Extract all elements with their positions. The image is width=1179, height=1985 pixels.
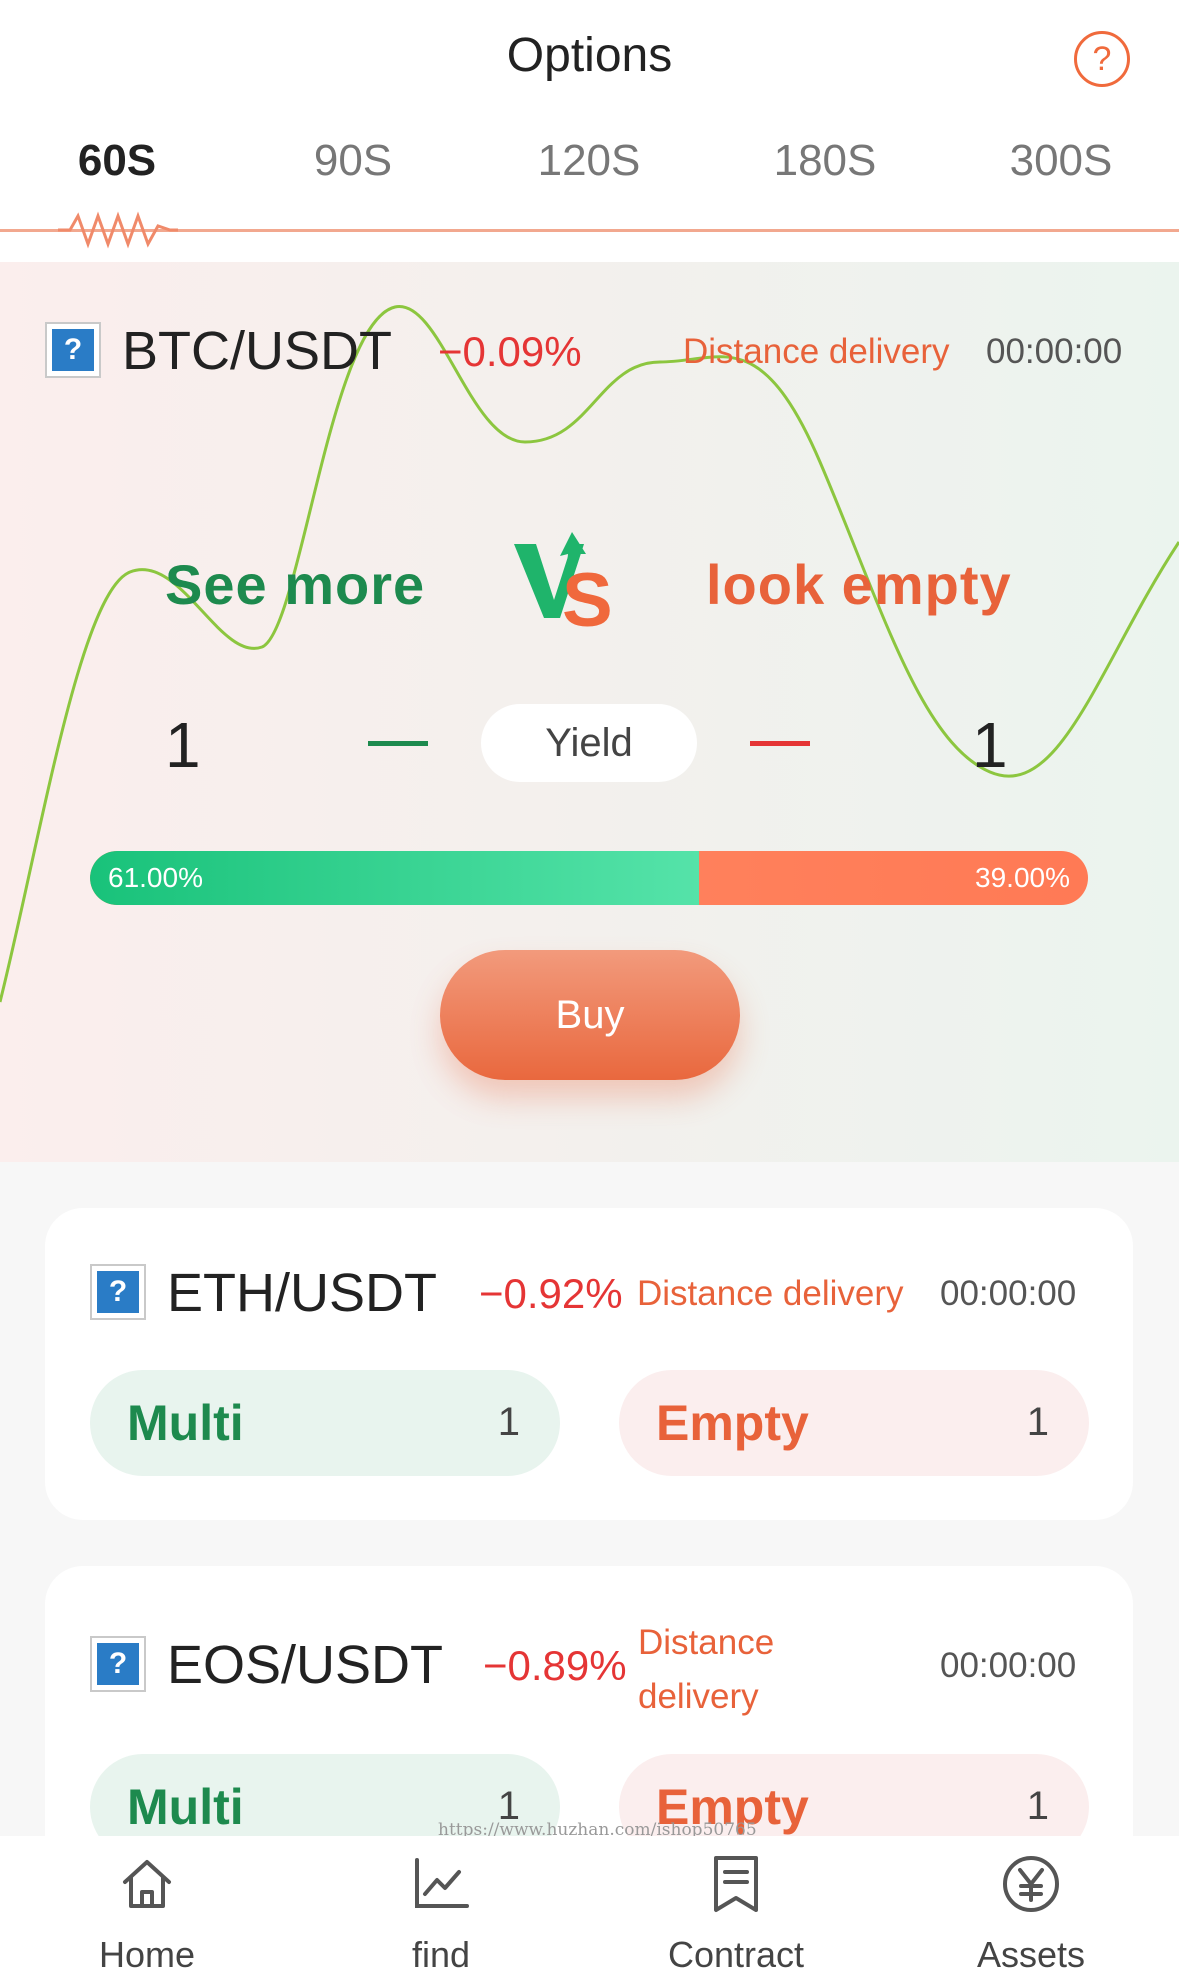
hero-distance-label: Distance delivery bbox=[683, 332, 950, 371]
hero-change: −0.09% bbox=[438, 328, 582, 375]
nav-assets-label: Assets bbox=[976, 1934, 1086, 1975]
eos-coin-icon: ? bbox=[90, 1636, 146, 1692]
empty-count: 1 bbox=[1026, 1400, 1049, 1444]
buy-button[interactable]: Buy bbox=[440, 950, 740, 1080]
card-distance-label: Distance delivery bbox=[638, 1623, 775, 1716]
tab-180s[interactable]: 180S bbox=[745, 136, 905, 186]
hero-pair: BTC/USDT bbox=[122, 321, 392, 381]
empty-count: 1 bbox=[1026, 1784, 1049, 1828]
card-change: −0.92% bbox=[479, 1270, 623, 1317]
nav-contract-label: Contract bbox=[667, 1934, 805, 1975]
nav-home-label: Home bbox=[98, 1934, 196, 1975]
header: Options ? 60S 90S 120S 180S 300S bbox=[0, 0, 1179, 262]
tab-90s[interactable]: 90S bbox=[273, 136, 433, 186]
short-side-label[interactable]: look empty bbox=[706, 552, 1012, 617]
nav-find-label: find bbox=[411, 1934, 471, 1975]
long-amount: 1 bbox=[165, 709, 201, 781]
nav-assets[interactable]: Assets bbox=[931, 1836, 1131, 1985]
card-change: −0.89% bbox=[483, 1642, 627, 1689]
tab-120s[interactable]: 120S bbox=[509, 136, 669, 186]
bottom-tab-bar: Home find Contract Assets bbox=[0, 1836, 1179, 1985]
long-side-label[interactable]: See more bbox=[165, 552, 425, 617]
active-tab-zigzag-indicator bbox=[58, 211, 178, 249]
card-countdown: 00:00:00 bbox=[940, 1274, 1077, 1313]
question-circle-icon[interactable]: ? bbox=[1074, 31, 1130, 87]
document-icon bbox=[714, 1856, 758, 1912]
empty-button[interactable]: Empty 1 bbox=[619, 1370, 1089, 1476]
multi-button[interactable]: Multi 1 bbox=[90, 1370, 560, 1476]
nav-contract[interactable]: Contract bbox=[636, 1836, 836, 1985]
chart-line-icon bbox=[415, 1858, 469, 1908]
card-distance-label: Distance delivery bbox=[637, 1274, 904, 1313]
short-ratio-text: 39.00% bbox=[975, 862, 1070, 893]
multi-label: Multi bbox=[127, 1395, 244, 1451]
card-pair: ETH/USDT bbox=[167, 1263, 437, 1323]
multi-label: Multi bbox=[127, 1779, 244, 1835]
nav-find[interactable]: find bbox=[341, 1836, 541, 1985]
yen-circle-icon bbox=[1003, 1856, 1059, 1912]
btc-coin-icon: ? bbox=[45, 322, 101, 378]
nav-home[interactable]: Home bbox=[47, 1836, 247, 1985]
empty-label: Empty bbox=[656, 1395, 809, 1451]
yield-pill[interactable]: Yield bbox=[481, 704, 697, 782]
multi-count: 1 bbox=[497, 1400, 520, 1444]
home-icon bbox=[123, 1860, 171, 1908]
page-title: Options bbox=[506, 29, 673, 82]
card-pair: EOS/USDT bbox=[167, 1635, 444, 1695]
hero-countdown: 00:00:00 bbox=[986, 332, 1123, 371]
vs-logo-icon: S bbox=[514, 532, 613, 636]
short-amount: 1 bbox=[972, 709, 1008, 781]
hero-panel: ? BTC/USDT −0.09% Distance delivery 00:0… bbox=[0, 262, 1179, 1162]
eth-coin-icon: ? bbox=[90, 1264, 146, 1320]
svg-text:S: S bbox=[562, 558, 613, 636]
long-decrease-button[interactable] bbox=[368, 741, 428, 746]
market-card-eth[interactable]: ? ETH/USDT −0.92% Distance delivery 00:0… bbox=[45, 1208, 1133, 1520]
short-decrease-button[interactable] bbox=[750, 741, 810, 746]
tab-300s[interactable]: 300S bbox=[981, 136, 1141, 186]
long-short-ratio-bar: 61.00% 39.00% bbox=[90, 851, 1088, 905]
card-countdown: 00:00:00 bbox=[940, 1646, 1077, 1685]
tab-60s[interactable]: 60S bbox=[37, 136, 197, 186]
long-ratio-text: 61.00% bbox=[108, 862, 203, 893]
